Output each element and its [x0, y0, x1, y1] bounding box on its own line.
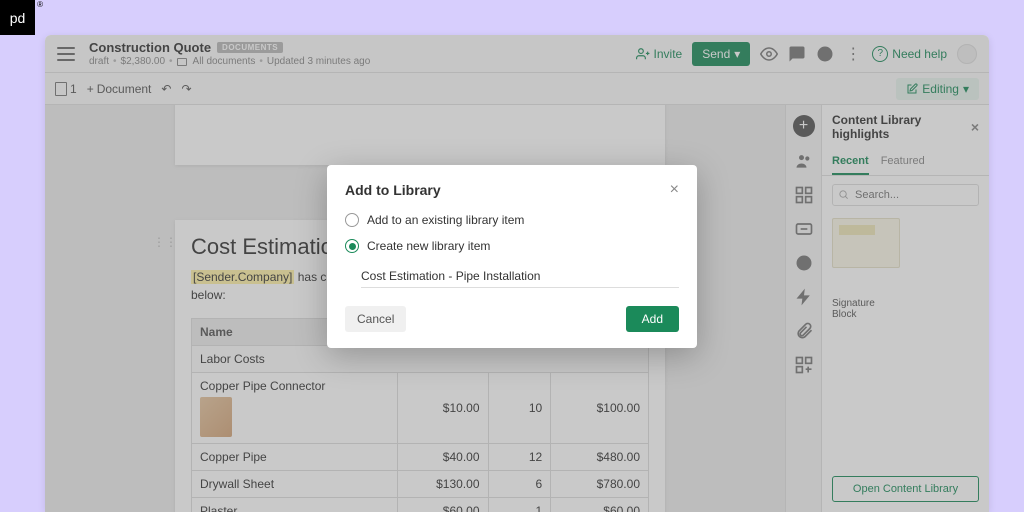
- automation-icon[interactable]: [794, 287, 814, 307]
- more-icon[interactable]: ⋮: [844, 45, 862, 63]
- avatar[interactable]: [957, 44, 977, 64]
- close-icon[interactable]: ×: [971, 119, 979, 135]
- table-row[interactable]: Labor Costs: [192, 346, 649, 373]
- menu-icon[interactable]: [57, 47, 75, 61]
- tab-featured[interactable]: Featured: [881, 149, 925, 175]
- radio-existing[interactable]: Add to an existing library item: [345, 213, 679, 227]
- updated-text: Updated 3 minutes ago: [267, 56, 370, 67]
- preview-icon[interactable]: [760, 45, 778, 63]
- mode-dropdown[interactable]: Editing ▾: [896, 78, 979, 100]
- top-bar: Construction Quote DOCUMENTS draft • $2,…: [45, 35, 989, 73]
- search-input[interactable]: [832, 184, 979, 206]
- search-icon: [838, 189, 849, 200]
- brand-logo: pd: [0, 0, 35, 35]
- help-icon: ?: [872, 46, 888, 62]
- library-item[interactable]: Signature Block: [832, 218, 900, 320]
- plus-icon: +: [87, 82, 94, 96]
- close-icon[interactable]: ×: [670, 181, 679, 199]
- apps-icon[interactable]: [794, 355, 814, 375]
- cancel-button[interactable]: Cancel: [345, 306, 406, 332]
- right-icon-rail: +: [785, 105, 821, 512]
- table-row[interactable]: Drywall Sheet$130.006$780.00: [192, 471, 649, 498]
- comment-icon[interactable]: [788, 45, 806, 63]
- status-text: draft: [89, 56, 109, 67]
- chevron-down-icon: ▾: [734, 47, 740, 61]
- chevron-down-icon: ▾: [963, 82, 969, 96]
- add-document-button[interactable]: + Document: [87, 82, 152, 96]
- amount-text: $2,380.00: [121, 56, 166, 67]
- table-row[interactable]: Copper Pipe$40.0012$480.00: [192, 444, 649, 471]
- modal-title: Add to Library: [345, 182, 441, 198]
- variables-icon[interactable]: [794, 219, 814, 239]
- people-icon[interactable]: [794, 151, 814, 171]
- page-count[interactable]: 1: [55, 82, 77, 96]
- blocks-icon[interactable]: [794, 185, 814, 205]
- page-icon: [55, 82, 67, 96]
- radio-new[interactable]: Create new library item: [345, 239, 679, 253]
- folder-name[interactable]: All documents: [193, 56, 256, 67]
- panel-title: Content Library highlights: [832, 113, 971, 141]
- folder-icon: [177, 58, 187, 66]
- radio-icon: [345, 239, 359, 253]
- design-icon[interactable]: [794, 253, 814, 273]
- redo-button[interactable]: ↷: [181, 82, 191, 96]
- help-button[interactable]: ? Need help: [872, 46, 947, 62]
- attachment-icon[interactable]: [794, 321, 814, 341]
- product-image: [200, 397, 232, 437]
- send-button[interactable]: Send ▾: [692, 42, 750, 66]
- drag-handle-icon[interactable]: ⋮⋮: [157, 234, 173, 250]
- pencil-icon: [906, 83, 918, 95]
- info-icon[interactable]: [816, 45, 834, 63]
- invite-button[interactable]: Invite: [636, 47, 683, 61]
- add-user-icon: [636, 47, 650, 61]
- undo-button[interactable]: ↶: [161, 82, 171, 96]
- document-title[interactable]: Construction Quote: [89, 40, 211, 55]
- add-content-icon[interactable]: +: [793, 115, 815, 137]
- open-library-button[interactable]: Open Content Library: [832, 476, 979, 502]
- content-library-panel: Content Library highlights × Recent Feat…: [821, 105, 989, 512]
- library-name-input[interactable]: [361, 265, 679, 288]
- table-row[interactable]: Copper Pipe Connector$10.0010$100.00: [192, 373, 649, 444]
- library-thumbnail: [832, 218, 900, 268]
- add-button[interactable]: Add: [626, 306, 679, 332]
- document-type-badge: DOCUMENTS: [217, 42, 283, 53]
- tab-recent[interactable]: Recent: [832, 149, 869, 175]
- radio-icon: [345, 213, 359, 227]
- add-to-library-modal: Add to Library × Add to an existing libr…: [327, 165, 697, 348]
- secondary-toolbar: 1 + Document ↶ ↷ Editing ▾: [45, 73, 989, 105]
- library-item-label: Signature Block: [832, 298, 900, 320]
- table-row[interactable]: Plaster$60.001$60.00: [192, 498, 649, 512]
- merge-token[interactable]: [Sender.Company]: [191, 270, 294, 284]
